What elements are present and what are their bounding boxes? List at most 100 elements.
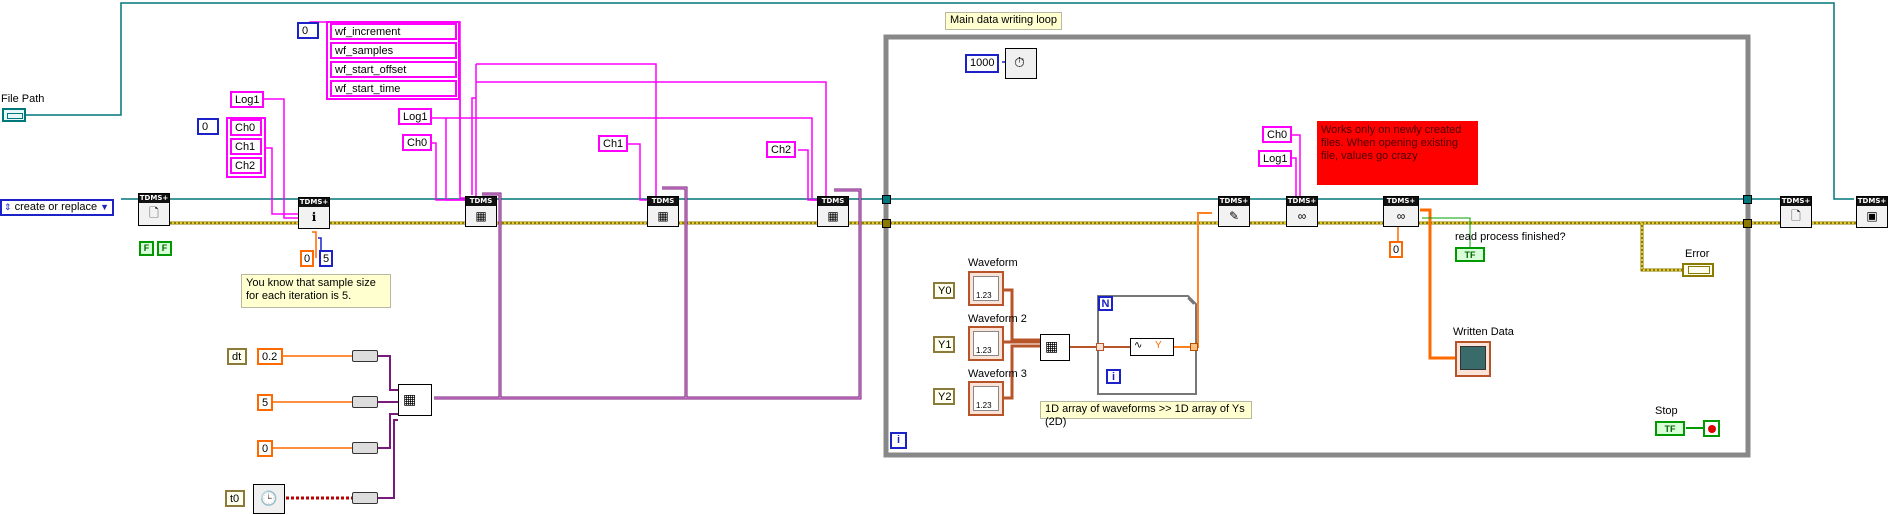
group-log1-c[interactable]: Log1 bbox=[1258, 150, 1292, 167]
tdms-read-node[interactable]: TDMS+ ∞ bbox=[1286, 196, 1318, 227]
written-data-label: Written Data bbox=[1453, 326, 1514, 338]
channel-ch1-b[interactable]: Ch1 bbox=[598, 135, 628, 152]
glasses-icon: ∞ bbox=[1396, 209, 1406, 223]
tdms-set-props-ch1-node[interactable]: TDMS ▦ bbox=[647, 196, 679, 227]
tdms-set-props-ch2-node[interactable]: TDMS ▦ bbox=[817, 196, 849, 227]
warning-comment: Works only on newly created files. When … bbox=[1317, 121, 1478, 185]
open-mode-enum[interactable]: ⇕ create or replace ▼ bbox=[0, 199, 114, 216]
numeric-constant-ch[interactable]: 0 bbox=[197, 118, 219, 135]
waveform-icon: ∿ bbox=[1134, 340, 1143, 351]
numeric-constant-5b[interactable]: 5 bbox=[257, 394, 273, 411]
file-path-label: File Path bbox=[1, 93, 45, 105]
group-log1-b[interactable]: Log1 bbox=[398, 108, 432, 125]
numeric-constant-orange-read[interactable]: 0 bbox=[1389, 241, 1403, 258]
main-loop-label: Main data writing loop bbox=[945, 12, 1063, 30]
error-label: Error bbox=[1685, 248, 1710, 260]
unbundle-y-label: Y bbox=[1155, 340, 1162, 351]
tdms-set-props-ch0-node[interactable]: TDMS ▦ bbox=[465, 196, 497, 227]
tdms-open-node[interactable]: TDMS+ 🗋 bbox=[138, 193, 170, 226]
file-viewer-icon: ▣ bbox=[1866, 209, 1878, 223]
graph-icon bbox=[1460, 346, 1486, 370]
tdms-info-icon: ℹ bbox=[311, 210, 317, 224]
waveform-2-label: Waveform 2 bbox=[968, 313, 1027, 325]
waveform-indicator-1: 1.23 bbox=[968, 271, 1004, 306]
for-loop-tunnel-out bbox=[1190, 343, 1198, 351]
bool-constant-f2[interactable]: F bbox=[157, 241, 172, 256]
waveform-indicator-3: 1.23 bbox=[968, 381, 1004, 416]
wait-ms-node[interactable]: ⏱ bbox=[1005, 48, 1037, 79]
channel-ch1-a[interactable]: Ch1 bbox=[230, 138, 262, 155]
waveform-indicator-2: 1.23 bbox=[968, 326, 1004, 361]
read-process-indicator: TF bbox=[1455, 247, 1485, 262]
array-icon: ▦ bbox=[1045, 338, 1059, 354]
ref-tunnel-out bbox=[1743, 195, 1752, 204]
build-waveform-array-node[interactable]: ▦ bbox=[1040, 334, 1070, 361]
channel-ch0-c[interactable]: Ch0 bbox=[1262, 126, 1292, 143]
to-variant-node-1[interactable] bbox=[352, 350, 378, 362]
waveform-wire bbox=[1004, 288, 1040, 400]
stop-label: Stop bbox=[1655, 405, 1678, 417]
for-loop-tunnel-in bbox=[1096, 343, 1104, 351]
for-loop-iteration-terminal: i bbox=[1106, 369, 1121, 384]
y1-label-constant: Y1 bbox=[933, 336, 955, 353]
pencil-icon: ✎ bbox=[1228, 209, 1240, 223]
glasses-icon: ∞ bbox=[1297, 209, 1307, 223]
written-data-graph-indicator bbox=[1455, 341, 1491, 377]
wire-layer bbox=[26, 2, 1888, 500]
to-variant-node-2[interactable] bbox=[352, 396, 378, 408]
array-icon: ▦ bbox=[403, 391, 417, 407]
stop-icon bbox=[1708, 425, 1716, 433]
get-date-time-node[interactable]: 🕒 bbox=[253, 484, 285, 514]
waveform-3-label: Waveform 3 bbox=[968, 368, 1027, 380]
y0-label-constant: Y0 bbox=[933, 282, 955, 299]
prop-wf-start-offset[interactable]: wf_start_offset bbox=[330, 61, 457, 78]
bool-constant-f1[interactable]: F bbox=[139, 241, 154, 256]
channel-ch2-b[interactable]: Ch2 bbox=[766, 141, 796, 158]
loop-condition-terminal[interactable] bbox=[1703, 420, 1720, 437]
tdms-table-icon: ▦ bbox=[475, 209, 487, 223]
loop-wait-constant[interactable]: 1000 bbox=[965, 54, 999, 73]
tdms-close-node[interactable]: TDMS+ 🗋 bbox=[1780, 196, 1812, 228]
error-cluster-icon bbox=[1688, 266, 1710, 274]
for-loop-count-terminal: N bbox=[1098, 296, 1113, 311]
tdms-file-viewer-node[interactable]: TDMS+ ▣ bbox=[1856, 196, 1888, 228]
tdms-write-node[interactable]: TDMS+ ✎ bbox=[1218, 196, 1250, 227]
t0-label-constant: t0 bbox=[225, 490, 245, 507]
numeric-constant-orange-0[interactable]: 0 bbox=[300, 250, 314, 267]
enum-value: create or replace bbox=[14, 201, 98, 213]
to-variant-node-3[interactable] bbox=[352, 442, 378, 454]
tdms-table-icon: ▦ bbox=[827, 209, 839, 223]
read-process-label: read process finished? bbox=[1455, 231, 1566, 243]
numeric-constant-5[interactable]: 5 bbox=[319, 250, 333, 267]
file-path-icon bbox=[7, 113, 23, 119]
waveform-label: Waveform bbox=[968, 257, 1018, 269]
numeric-constant-0[interactable]: 0 bbox=[297, 22, 319, 39]
prop-wf-increment[interactable]: wf_increment bbox=[330, 23, 457, 40]
prop-wf-samples[interactable]: wf_samples bbox=[330, 42, 457, 59]
channel-ch2-a[interactable]: Ch2 bbox=[230, 157, 262, 174]
y2-label-constant: Y2 bbox=[933, 388, 955, 405]
tdms-read-data-node[interactable]: TDMS+ ∞ bbox=[1383, 196, 1419, 227]
enum-prefix-icon: ⇕ bbox=[4, 202, 12, 212]
error-tunnel-out bbox=[1743, 219, 1752, 228]
ref-tunnel-in bbox=[882, 195, 891, 204]
get-waveform-y-node[interactable]: ∿ Y bbox=[1130, 338, 1174, 356]
channel-ch0-b[interactable]: Ch0 bbox=[402, 134, 432, 151]
channel-ch0-a[interactable]: Ch0 bbox=[230, 119, 262, 136]
stop-button-terminal[interactable]: TF bbox=[1655, 421, 1685, 436]
numeric-constant-0-2[interactable]: 0.2 bbox=[257, 348, 283, 365]
error-indicator bbox=[1682, 263, 1714, 277]
prop-wf-start-time[interactable]: wf_start_time bbox=[330, 80, 457, 97]
tdms-set-properties-node[interactable]: TDMS+ ℹ bbox=[298, 197, 330, 229]
while-loop-iteration-terminal: i bbox=[890, 432, 907, 449]
group-log1-a[interactable]: Log1 bbox=[230, 91, 264, 108]
dropdown-arrow-icon[interactable]: ▼ bbox=[100, 201, 109, 214]
dt-label-constant: dt bbox=[227, 348, 247, 365]
numeric-constant-0b[interactable]: 0 bbox=[257, 440, 273, 457]
to-variant-node-4[interactable] bbox=[352, 492, 378, 504]
stopwatch-icon: ⏱ bbox=[1014, 54, 1025, 70]
while-loop-border bbox=[883, 34, 1751, 458]
file-path-control[interactable] bbox=[2, 108, 26, 122]
tdms-open-icon: 🗋 bbox=[149, 206, 159, 220]
build-array-node[interactable]: ▦ bbox=[398, 384, 432, 416]
